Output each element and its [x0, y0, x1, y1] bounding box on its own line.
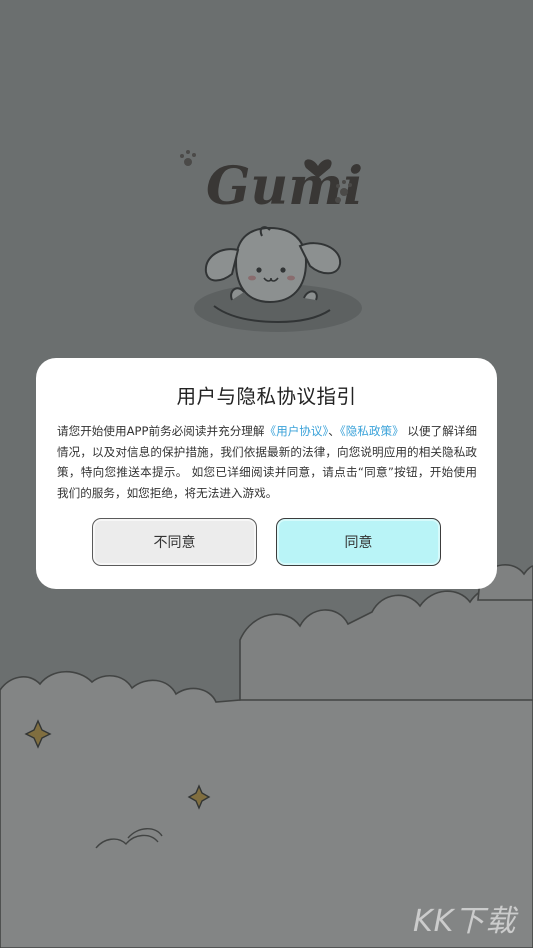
privacy-policy-link[interactable]: 《隐私政策》: [340, 424, 404, 438]
privacy-agreement-dialog: 用户与隐私协议指引 请您开始使用APP前务必阅读并充分理解《用户协议》、《隐私政…: [36, 358, 497, 589]
site-watermark: KK下载: [413, 904, 517, 939]
body-text-intro: 请您开始使用APP前务必阅读并充分理解: [57, 424, 265, 438]
agree-button[interactable]: 同意: [276, 518, 441, 566]
user-agreement-link[interactable]: 《用户协议》: [265, 424, 329, 438]
disagree-button-label: 不同意: [153, 535, 196, 551]
link-separator: 、: [328, 424, 340, 438]
dialog-body: 请您开始使用APP前务必阅读并充分理解《用户协议》、《隐私政策》 以便了解详细情…: [57, 421, 477, 503]
dialog-title: 用户与隐私协议指引: [176, 385, 357, 408]
splash-screen: Gumi 用户与隐私协议指引 请您开始使用APP前务必阅读并充分理解《用户协议》…: [0, 0, 533, 948]
disagree-button[interactable]: 不同意: [92, 518, 257, 566]
agree-button-label: 同意: [344, 535, 373, 551]
